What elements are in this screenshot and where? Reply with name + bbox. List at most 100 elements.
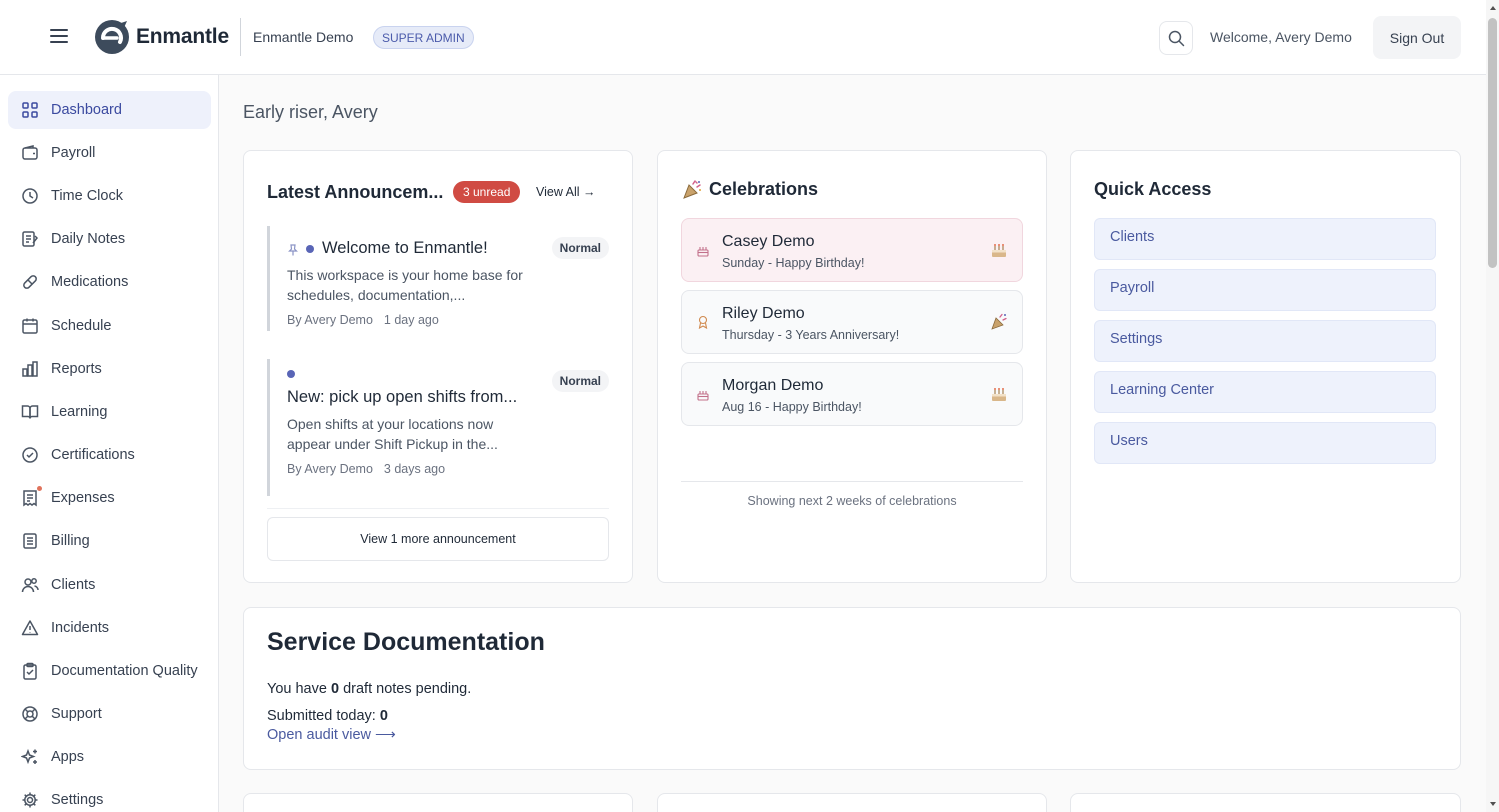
draft-prefix: You have [267,681,327,697]
quick-access-learning-center[interactable]: Learning Center [1094,371,1436,413]
celebration-name: Morgan Demo [722,377,824,394]
sidebar-item-clients[interactable]: Clients [8,566,211,604]
cake-icon [697,391,709,401]
pin-icon [288,244,298,256]
sidebar-item-documentation-quality[interactable]: Documentation Quality [8,652,211,690]
view-all-link[interactable]: View All → [536,185,596,199]
announcement-item[interactable]: Welcome to Enmantle! Normal This workspa… [267,226,609,331]
sidebar-item-label: Time Clock [51,188,123,204]
sidebar: Dashboard Payroll Time Clock Daily Notes… [0,75,219,812]
party-popper-icon [991,313,1007,330]
open-audit-view-link[interactable]: Open audit view ⟶ [267,727,396,743]
announcement-author: By Avery Demo [287,462,373,476]
announcement-body: This workspace is your home base for sch… [287,267,523,303]
sidebar-item-label: Billing [51,533,90,549]
sidebar-item-label: Dashboard [51,102,122,118]
priority-badge: Normal [551,237,609,259]
announcement-title: New: pick up open shifts from... [287,388,518,406]
announcement-item[interactable]: New: pick up open shifts from... Normal … [267,359,609,496]
scroll-up-arrow-icon[interactable] [1489,4,1497,12]
announcements-card: Latest Announcem... 3 unread View All → … [243,150,633,583]
notification-dot [37,486,42,491]
clipboard-check-icon [20,661,40,681]
celebration-desc: Aug 16 - Happy Birthday! [722,400,862,414]
quick-access-payroll[interactable]: Payroll [1094,269,1436,311]
sidebar-item-schedule[interactable]: Schedule [8,307,211,345]
service-documentation-title: Service Documentation [267,628,545,656]
sidebar-item-billing[interactable]: Billing [8,522,211,560]
submitted-count: 0 [379,708,388,724]
sidebar-item-label: Reports [51,361,102,377]
celebrations-footer: Showing next 2 weeks of celebrations [747,494,957,508]
service-documentation-card: Service Documentation You have 0 draft n… [243,607,1461,770]
wallet-icon [20,143,40,163]
bottom-card-middle [657,793,1047,812]
unread-badge: 3 unread [453,181,521,203]
quick-access-users[interactable]: Users [1094,422,1436,464]
organization-name: Enmantle Demo [253,29,354,45]
sidebar-item-reports[interactable]: Reports [8,350,211,388]
sidebar-item-payroll[interactable]: Payroll [8,134,211,172]
sidebar-item-time-clock[interactable]: Time Clock [8,177,211,215]
announcement-meta: By Avery Demo 1 day ago [287,313,439,327]
quick-access-title: Quick Access [1094,179,1212,199]
sidebar-item-apps[interactable]: Apps [8,738,211,776]
sidebar-item-learning[interactable]: Learning [8,393,211,431]
announcement-time: 3 days ago [383,462,446,476]
sidebar-item-label: Schedule [51,318,112,334]
view-more-announcements-button[interactable]: View 1 more announcement [267,517,609,561]
birthday-cake-icon [992,244,1006,257]
sidebar-item-certifications[interactable]: Certifications [8,436,211,474]
submitted-today-line: Submitted today: 0 [267,708,388,724]
sidebar-item-label: Daily Notes [51,231,126,247]
sidebar-item-incidents[interactable]: Incidents [8,609,211,647]
celebration-desc: Thursday - 3 Years Anniversary! [722,328,900,342]
sidebar-item-support[interactable]: Support [8,695,211,733]
enmantle-logo-icon [95,20,129,54]
sidebar-item-dashboard[interactable]: Dashboard [8,91,211,129]
celebration-item[interactable]: Riley Demo Thursday - 3 Years Anniversar… [681,290,1023,354]
hamburger-menu-icon[interactable] [46,25,72,49]
grid-icon [20,100,40,120]
announcements-title: Latest Announcem... [267,182,444,202]
celebrations-card: Celebrations Casey Demo Sunday - Happy B… [657,150,1047,583]
sidebar-item-label: Incidents [51,620,110,636]
brand-name: Enmantle [136,25,229,48]
draft-count: 0 [330,681,340,697]
celebration-name: Casey Demo [722,233,815,250]
sidebar-item-medications[interactable]: Medications [8,263,211,301]
sign-out-button[interactable]: Sign Out [1373,16,1461,59]
sidebar-item-label: Settings [51,792,104,808]
sidebar-item-daily-notes[interactable]: Daily Notes [8,220,211,258]
birthday-cake-icon [992,388,1006,401]
priority-badge: Normal [551,370,609,392]
gear-icon [20,790,40,810]
celebration-item[interactable]: Casey Demo Sunday - Happy Birthday! [681,218,1023,282]
celebration-desc: Sunday - Happy Birthday! [722,256,865,270]
celebration-name: Riley Demo [722,305,805,322]
sidebar-item-label: Documentation Quality [51,663,198,679]
calendar-icon [20,316,40,336]
users-icon [20,575,40,595]
submitted-label: Submitted today: [267,708,376,724]
search-icon [1168,30,1184,46]
sparkles-icon [20,747,40,767]
header-divider [240,18,241,56]
scrollbar-thumb[interactable] [1488,18,1497,268]
quick-access-settings[interactable]: Settings [1094,320,1436,362]
search-button[interactable] [1159,21,1193,55]
scroll-down-arrow-icon[interactable] [1489,800,1497,808]
sidebar-item-label: Apps [51,749,85,765]
sidebar-item-label: Learning [51,404,108,420]
check-circle-icon [20,445,40,465]
bottom-card-right [1070,793,1461,812]
celebrations-divider [681,481,1023,482]
party-popper-icon [683,180,701,199]
brand-logo[interactable]: Enmantle [93,18,229,56]
pill-icon [20,272,40,292]
announcement-author: By Avery Demo [287,313,373,327]
celebration-item[interactable]: Morgan Demo Aug 16 - Happy Birthday! [681,362,1023,426]
sidebar-item-expenses[interactable]: Expenses [8,479,211,517]
sidebar-item-settings[interactable]: Settings [8,781,211,812]
quick-access-clients[interactable]: Clients [1094,218,1436,260]
